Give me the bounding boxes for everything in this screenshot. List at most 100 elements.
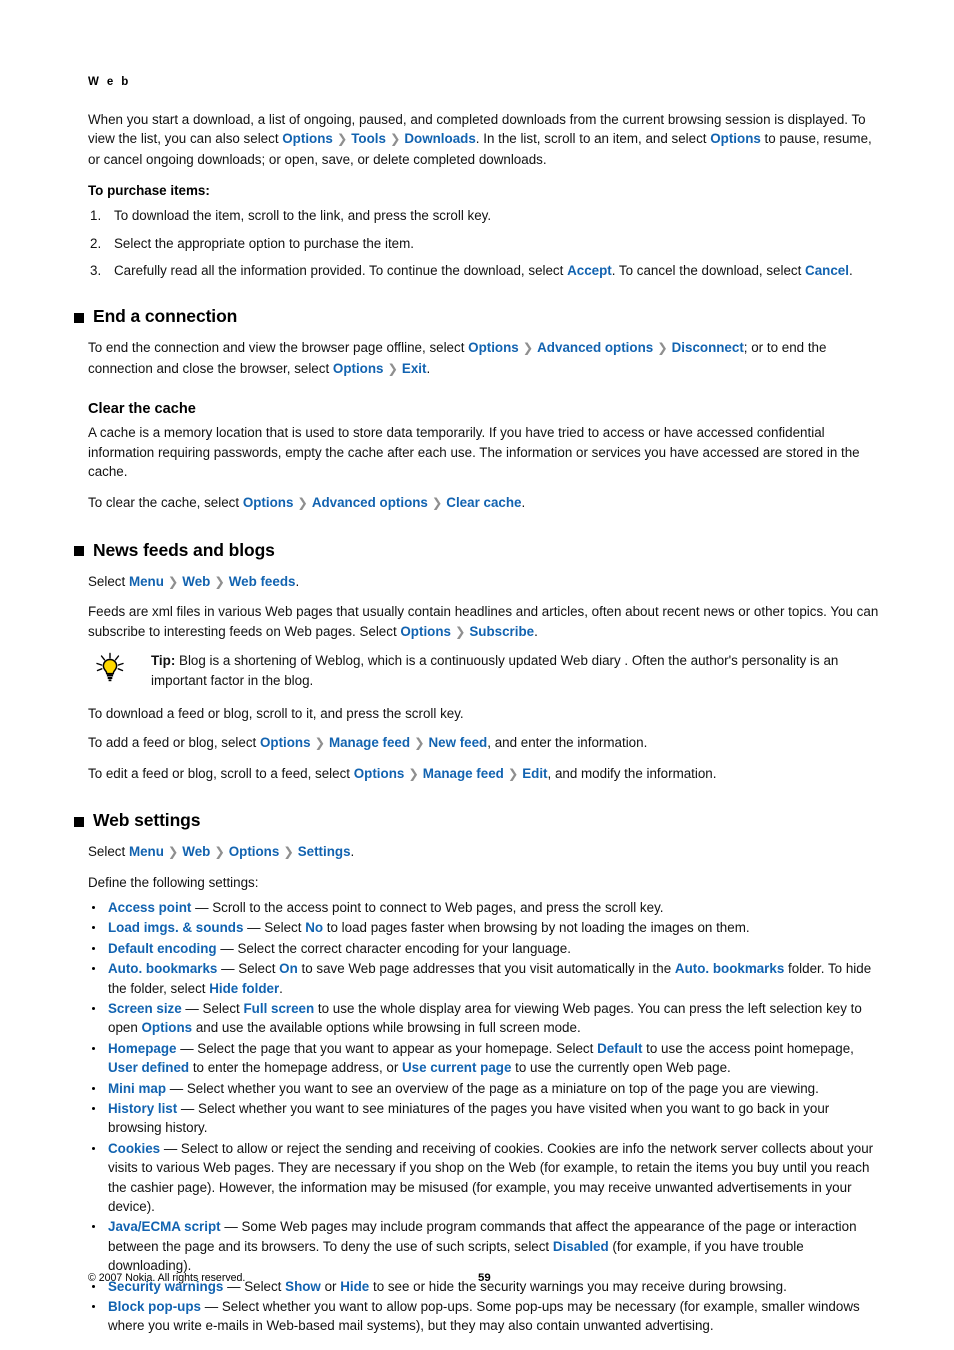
text-b: . <box>350 844 355 860</box>
link-options[interactable]: Options <box>354 766 405 781</box>
setting-link[interactable]: No <box>305 920 323 935</box>
setting-text: — Select the correct character encoding … <box>216 940 571 956</box>
setting-link[interactable]: Full screen <box>243 1001 314 1016</box>
section-title: End a connection <box>93 306 238 327</box>
link-options[interactable]: Options <box>282 131 333 146</box>
tip-label: Tip: <box>151 653 176 669</box>
setting-link[interactable]: Access point <box>108 900 191 915</box>
section-heading-news-feeds-and-blogs: News feeds and blogs <box>74 540 880 561</box>
setting-link[interactable]: Mini map <box>108 1081 166 1096</box>
tip-paragraph: Tip: Blog is a shortening of Weblog, whi… <box>151 651 880 690</box>
link-edit[interactable]: Edit <box>522 766 547 781</box>
link-manage-feed[interactable]: Manage feed <box>329 735 410 750</box>
setting-link[interactable]: Default encoding <box>108 941 217 956</box>
setting-link[interactable]: Homepage <box>108 1041 176 1056</box>
end-connection-paragraph: To end the connection and view the brows… <box>88 338 880 379</box>
setting-link[interactable]: Java/ECMA script <box>108 1219 221 1234</box>
chevron-separator-icon: ❯ <box>167 574 179 589</box>
link-accept[interactable]: Accept <box>567 263 612 278</box>
setting-link[interactable]: On <box>279 961 298 976</box>
setting-link[interactable]: History list <box>108 1101 177 1116</box>
chevron-separator-icon: ❯ <box>297 496 308 511</box>
section-square-icon <box>74 546 84 557</box>
setting-text: — Select to allow or reject the sending … <box>108 1140 874 1215</box>
link-cancel[interactable]: Cancel <box>805 263 849 278</box>
edit-feed-instruction: To edit a feed or blog, scroll to a feed… <box>88 764 880 784</box>
chevron-separator-icon: ❯ <box>431 496 443 511</box>
tip-body: Tip: Blog is a shortening of Weblog, whi… <box>151 651 880 690</box>
setting-text: — Select <box>243 920 306 936</box>
section-heading-web-settings: Web settings <box>74 810 880 831</box>
link-options-2[interactable]: Options <box>710 131 761 146</box>
link-menu[interactable]: Menu <box>129 574 164 589</box>
list-item: Auto. bookmarks — Select On to save Web … <box>88 959 880 998</box>
link-subscribe[interactable]: Subscribe <box>469 624 534 639</box>
text-a: To clear the cache, select <box>88 495 243 511</box>
setting-link[interactable]: User defined <box>108 1060 189 1075</box>
chevron-separator-icon: ❯ <box>522 341 534 356</box>
link-options[interactable]: Options <box>468 340 519 355</box>
list-item: Select the appropriate option to purchas… <box>88 234 880 254</box>
setting-link[interactable]: Load imgs. & sounds <box>108 920 243 935</box>
link-options[interactable]: Options <box>243 495 294 510</box>
setting-link[interactable]: Default <box>597 1041 642 1056</box>
link-tools[interactable]: Tools <box>351 131 386 146</box>
link-advanced-options[interactable]: Advanced options <box>537 340 653 355</box>
setting-link[interactable]: Options <box>142 1020 193 1035</box>
link-settings[interactable]: Settings <box>298 844 351 859</box>
text-a: Select <box>88 844 129 860</box>
intro-text-b: . In the list, scroll to an item, and se… <box>475 131 711 147</box>
link-options[interactable]: Options <box>400 624 451 639</box>
chevron-separator-icon: ❯ <box>454 624 466 639</box>
intro-paragraph: When you start a download, a list of ong… <box>88 110 880 169</box>
setting-text: — Select the page that you want to appea… <box>176 1040 598 1056</box>
setting-link[interactable]: Auto. bookmarks <box>675 961 784 976</box>
list-item: Screen size — Select Full screen to use … <box>88 999 880 1038</box>
clear-cache-instruction: To clear the cache, select Options ❯ Advan… <box>88 493 880 513</box>
link-menu[interactable]: Menu <box>129 844 164 859</box>
setting-link[interactable]: Screen size <box>108 1001 182 1016</box>
setting-text: to load pages faster when browsing by no… <box>323 920 750 936</box>
step-text-a: Select the appropriate option to purchas… <box>114 235 414 251</box>
link-advanced-options[interactable]: Advanced options <box>312 495 428 510</box>
setting-link[interactable]: Cookies <box>108 1141 160 1156</box>
chevron-separator-icon: ❯ <box>389 132 401 147</box>
web-settings-list: Access point — Scroll to the access poin… <box>88 898 880 1336</box>
section-heading-end-a-connection: End a connection <box>74 306 880 327</box>
list-item: Access point — Scroll to the access poin… <box>88 898 880 917</box>
link-disconnect[interactable]: Disconnect <box>672 340 744 355</box>
chevron-separator-icon: ❯ <box>214 574 225 589</box>
chevron-separator-icon: ❯ <box>657 341 668 356</box>
setting-link[interactable]: Hide folder <box>209 981 279 996</box>
setting-link[interactable]: Use current page <box>402 1060 511 1075</box>
chevron-separator-icon: ❯ <box>167 845 179 860</box>
link-clear-cache[interactable]: Clear cache <box>446 495 521 510</box>
link-options[interactable]: Options <box>260 735 311 750</box>
text-b: , and enter the information. <box>487 735 648 751</box>
setting-text: . <box>279 980 283 996</box>
news-feeds-description: Feeds are xml files in various Web pages… <box>88 602 880 642</box>
setting-link[interactable]: Disabled <box>553 1239 609 1254</box>
web-settings-select-path: Select Menu ❯ Web ❯ Options ❯ Settings. <box>88 842 880 862</box>
document-page: W e b When you start a download, a list … <box>0 0 954 1350</box>
setting-link[interactable]: Auto. bookmarks <box>108 961 217 976</box>
chevron-separator-icon: ❯ <box>408 766 419 781</box>
link-downloads[interactable]: Downloads <box>404 131 475 146</box>
setting-link[interactable]: Block pop-ups <box>108 1299 201 1314</box>
link-web-feeds[interactable]: Web feeds <box>229 574 296 589</box>
setting-text: to use the currently open Web page. <box>511 1060 731 1076</box>
subheading-clear-the-cache: Clear the cache <box>88 401 196 418</box>
link-manage-feed[interactable]: Manage feed <box>423 766 504 781</box>
link-exit[interactable]: Exit <box>402 361 427 376</box>
link-options-2[interactable]: Options <box>333 361 384 376</box>
link-web[interactable]: Web <box>182 574 210 589</box>
link-new-feed[interactable]: New feed <box>428 735 487 750</box>
setting-text: — Select whether you want to allow pop-u… <box>108 1299 860 1334</box>
link-web[interactable]: Web <box>182 844 210 859</box>
chevron-separator-icon: ❯ <box>414 736 425 751</box>
text-b: . <box>295 573 300 589</box>
text-b: , and modify the information. <box>547 765 717 781</box>
section-square-icon <box>74 312 84 323</box>
link-options[interactable]: Options <box>229 844 280 859</box>
text-c: . <box>426 360 431 376</box>
